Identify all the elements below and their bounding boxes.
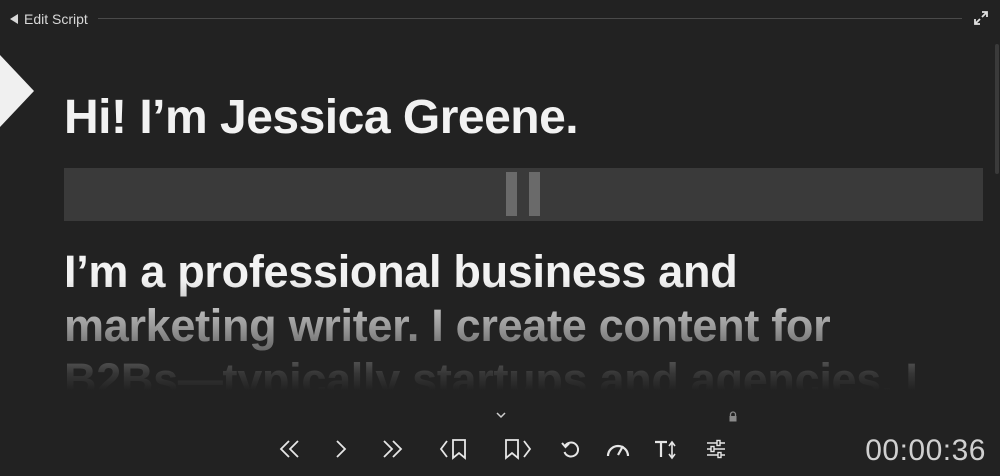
script-line: B2Bs—typically startups and agencies. I [64, 354, 918, 390]
cue-marker-icon [0, 55, 34, 127]
edit-script-label: Edit Script [24, 11, 88, 27]
speed-button[interactable] [604, 434, 632, 464]
back-arrow-icon [10, 14, 18, 24]
script-line: I’m a professional business and [64, 246, 738, 297]
top-divider [98, 18, 962, 19]
previous-bookmark-icon [439, 439, 466, 460]
reset-button[interactable] [559, 434, 583, 464]
script-area: Hi! I’m Jessica Greene. I’m a profession… [64, 40, 989, 390]
edit-script-button[interactable]: Edit Script [10, 10, 88, 28]
next-bookmark-button[interactable] [501, 434, 535, 464]
chevron-down-icon[interactable] [495, 410, 507, 420]
speed-icon [606, 444, 630, 457]
next-bookmark-icon [505, 439, 532, 460]
reset-icon [561, 441, 580, 458]
lock-icon[interactable] [728, 411, 738, 422]
expand-icon[interactable] [974, 11, 988, 25]
text-size-button[interactable] [652, 434, 680, 464]
settings-button[interactable] [702, 434, 730, 464]
pause-button[interactable] [64, 168, 983, 221]
text-size-icon [655, 440, 676, 460]
playback-controls [0, 434, 1000, 466]
elapsed-timer: 00:00:36 [865, 434, 986, 467]
settings-sliders-icon [707, 439, 725, 459]
step-forward-icon [336, 440, 347, 458]
script-line: marketing writer. I create content for [64, 300, 831, 351]
fast-forward-button[interactable] [378, 434, 406, 464]
previous-bookmark-button[interactable] [437, 434, 471, 464]
top-bar: Edit Script [0, 0, 1000, 38]
rewind-button[interactable] [276, 434, 304, 464]
scrollbar-thumb[interactable] [995, 44, 999, 174]
script-headline: Hi! I’m Jessica Greene. [64, 91, 579, 144]
pause-icon [506, 172, 540, 216]
rewind-icon [279, 440, 299, 458]
script-body: I’m a professional business and marketin… [64, 245, 989, 390]
step-forward-button[interactable] [330, 434, 352, 464]
fast-forward-icon [383, 440, 403, 458]
